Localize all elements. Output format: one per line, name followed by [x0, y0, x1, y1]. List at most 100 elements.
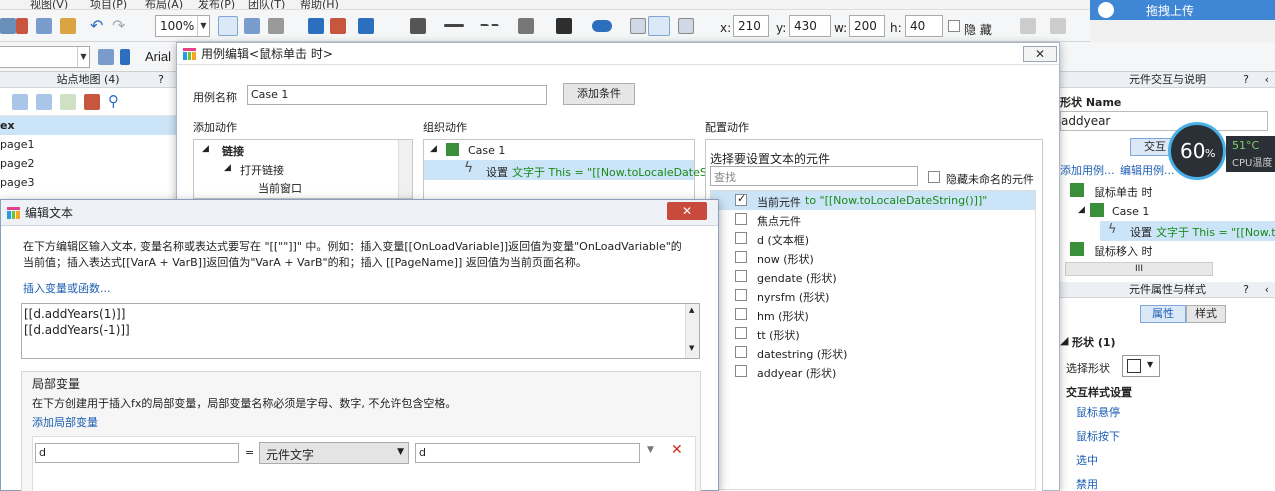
widget-checkbox[interactable]	[735, 327, 747, 339]
fill-color-icon[interactable]	[556, 18, 572, 34]
connector-icon[interactable]	[244, 18, 260, 34]
vertical-scrollbar[interactable]: ▲ ▼	[685, 304, 699, 358]
action-current-window[interactable]: 当前窗口	[258, 180, 302, 196]
arrow-style-icon[interactable]	[518, 18, 534, 34]
style-hover-link[interactable]: 鼠标悬停	[1076, 404, 1120, 420]
widget-checkbox[interactable]	[735, 270, 747, 282]
align-center-icon[interactable]	[648, 16, 670, 36]
hide-checkbox[interactable]	[948, 20, 960, 32]
preview-icon[interactable]	[308, 18, 324, 34]
event-mouseenter[interactable]: 鼠标移入 时	[1094, 243, 1153, 259]
move-up-icon[interactable]	[36, 94, 52, 110]
add-condition-button[interactable]: 添加条件	[563, 83, 635, 105]
widget-search-input[interactable]: 查找	[710, 166, 918, 186]
font-family-value[interactable]: Arial	[145, 49, 171, 64]
var-type-select[interactable]: 元件文字 ▼	[259, 442, 409, 464]
w-input[interactable]: 200	[849, 15, 885, 37]
delete-page-icon[interactable]	[84, 94, 100, 110]
insert-variable-link[interactable]: 插入变量或函数...	[23, 280, 111, 296]
x-input[interactable]: 210	[733, 15, 769, 37]
edit-case-link[interactable]: 编辑用例...	[1120, 162, 1175, 178]
pin-icon[interactable]: ‹	[1265, 282, 1269, 298]
widget-checkbox[interactable]	[735, 251, 747, 263]
bring-front-icon[interactable]	[1020, 18, 1036, 34]
align-left-icon[interactable]	[630, 18, 646, 34]
widget-checkbox[interactable]	[735, 232, 747, 244]
menu-help[interactable]: 帮助(H)	[300, 0, 339, 9]
action-open-link[interactable]: 打开链接	[240, 162, 284, 178]
widget-checkbox[interactable]	[735, 365, 747, 377]
sitemap-item-index[interactable]: ex	[0, 116, 176, 135]
format-painter-icon[interactable]	[98, 49, 114, 65]
help-icon[interactable]: ?	[1243, 282, 1249, 298]
chevron-down-icon[interactable]: ▼	[647, 445, 654, 455]
h-input[interactable]: 40	[905, 15, 943, 37]
text-editor[interactable]: [[d.addYears(1)]] [[d.addYears(-1)]] ▲ ▼	[21, 303, 700, 359]
style-mousedown-link[interactable]: 鼠标按下	[1076, 428, 1120, 444]
menu-team[interactable]: 团队(T)	[248, 0, 285, 9]
send-back-icon[interactable]	[1050, 18, 1066, 34]
case-name-input[interactable]: Case 1	[247, 85, 547, 105]
border-icon[interactable]	[410, 18, 426, 34]
delete-var-icon[interactable]: ✕	[671, 442, 683, 458]
select-shape-dropdown[interactable]: ▼	[1122, 355, 1160, 377]
action-group-link[interactable]: 链接	[222, 143, 244, 159]
move-left-icon[interactable]	[60, 94, 76, 110]
redo-icon[interactable]: ↷	[112, 18, 128, 34]
save-icon[interactable]	[0, 18, 16, 34]
hide-unnamed-checkbox[interactable]	[928, 171, 940, 183]
cut-icon[interactable]	[16, 18, 28, 34]
widget-checkbox[interactable]	[735, 308, 747, 320]
zoom-select[interactable]: 100% ▼	[155, 15, 210, 37]
menu-project[interactable]: 项目(P)	[90, 0, 127, 9]
scroll-up-icon[interactable]: ▲	[689, 306, 694, 314]
var-name-input[interactable]: d	[35, 443, 239, 463]
add-local-var-link[interactable]: 添加局部变量	[32, 414, 98, 430]
copy-icon[interactable]	[36, 18, 52, 34]
menu-view[interactable]: 视图(V)	[30, 0, 68, 9]
org-case-item[interactable]: Case 1	[468, 144, 505, 157]
paste-icon[interactable]	[60, 18, 76, 34]
line-weight-icon[interactable]	[444, 24, 464, 27]
widget-checkbox[interactable]	[735, 289, 747, 301]
y-input[interactable]: 430	[789, 15, 831, 37]
horizontal-scrollbar[interactable]: III	[1065, 262, 1213, 276]
collapse-icon[interactable]: ◢	[202, 144, 209, 154]
menu-publish[interactable]: 发布(P)	[198, 0, 235, 9]
sitemap-item-page1[interactable]: page1	[0, 135, 176, 154]
style-selected-link[interactable]: 选中	[1076, 452, 1098, 468]
tab-properties[interactable]: 属性	[1140, 305, 1186, 323]
tab-style[interactable]: 样式	[1186, 305, 1226, 323]
align-right-icon[interactable]	[678, 18, 694, 34]
add-page-icon[interactable]	[12, 94, 28, 110]
crop-icon[interactable]	[268, 18, 284, 34]
drag-upload-bar[interactable]: 拖拽上传	[1090, 0, 1275, 20]
add-case-link[interactable]: 添加用例...	[1060, 162, 1115, 178]
select-pointer-icon[interactable]	[218, 16, 238, 36]
close-button[interactable]: ✕	[1023, 46, 1057, 62]
style-select[interactable]: ▼	[0, 46, 90, 68]
widget-checkbox[interactable]	[735, 213, 747, 225]
share-icon[interactable]	[330, 18, 346, 34]
expand-icon[interactable]: ◢	[1078, 205, 1085, 215]
scroll-down-icon[interactable]: ▼	[689, 344, 694, 352]
style-disabled-link[interactable]: 禁用	[1076, 476, 1098, 491]
pin-icon[interactable]: ‹	[1265, 72, 1269, 88]
publish-icon[interactable]	[358, 18, 374, 34]
vertical-scrollbar[interactable]	[398, 140, 412, 198]
help-icon[interactable]: ?	[158, 72, 164, 88]
menu-layout[interactable]: 布局(A)	[145, 0, 183, 9]
case-item[interactable]: Case 1	[1112, 205, 1149, 218]
shadow-icon[interactable]	[592, 20, 612, 32]
widget-checkbox[interactable]	[735, 192, 747, 206]
help-icon[interactable]: ?	[1243, 72, 1249, 88]
undo-icon[interactable]: ↶	[90, 18, 106, 34]
collapse-icon[interactable]: ◢	[224, 163, 231, 173]
widget-checkbox[interactable]	[735, 346, 747, 358]
search-icon[interactable]: ⚲	[108, 93, 124, 109]
sitemap-item-page3[interactable]: page3	[0, 173, 176, 192]
collapse-icon[interactable]: ◢	[1060, 334, 1068, 347]
line-style-icon[interactable]	[480, 24, 500, 27]
close-button[interactable]: ✕	[667, 202, 707, 220]
collapse-icon[interactable]: ◢	[430, 144, 437, 154]
